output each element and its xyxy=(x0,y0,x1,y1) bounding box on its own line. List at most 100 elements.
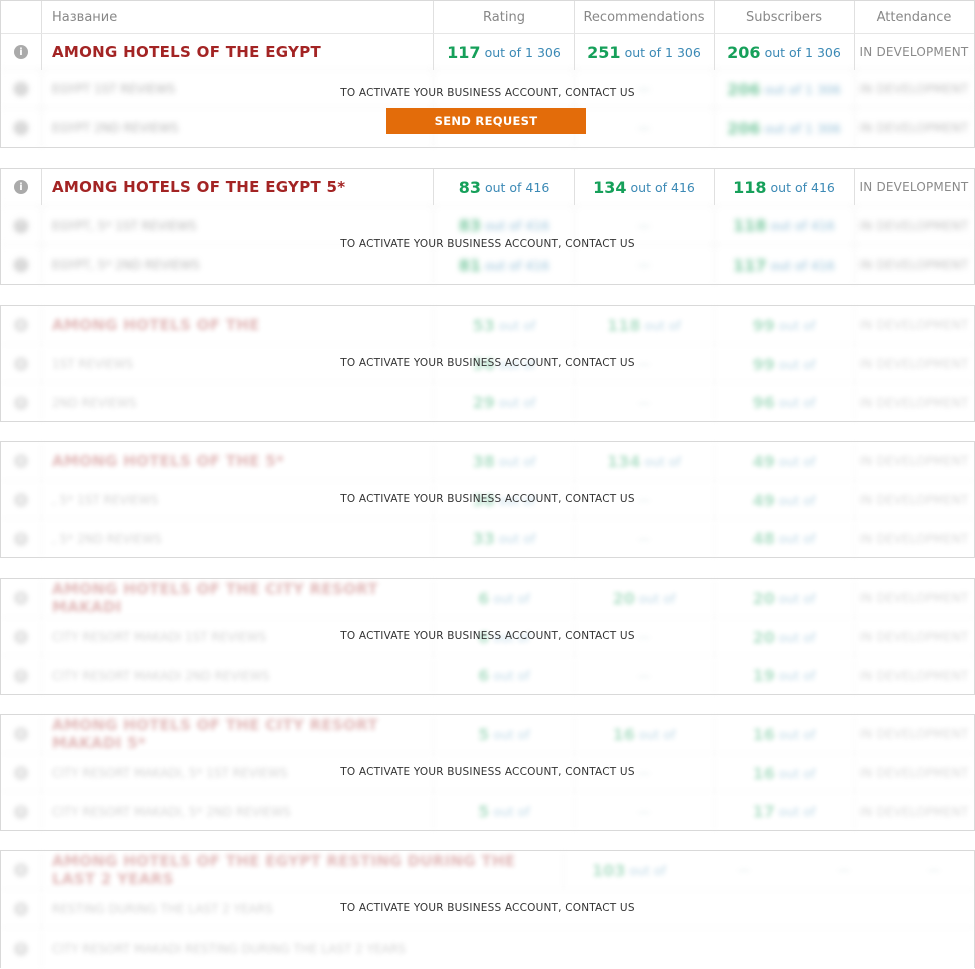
attendance-status: IN DEVELOPMENT xyxy=(859,804,969,819)
recommendations-value: — xyxy=(574,792,715,831)
rating-value: 5 xyxy=(478,802,490,821)
info-icon: i xyxy=(14,258,28,272)
table-row: i CITY RESORT MAKADI 2ND REVIEWS 6 out of… xyxy=(1,655,974,695)
subscribers-value: 117 xyxy=(733,255,767,275)
subscribers-total: out of 416 xyxy=(770,218,835,233)
info-icon: i xyxy=(14,727,28,741)
info-icon: i xyxy=(14,121,28,135)
table-row: i AMONG HOTELS OF THE CITY RESORT MAKADI… xyxy=(1,579,974,617)
rating-value: 6 xyxy=(478,666,490,685)
recommendations-value: 134 xyxy=(593,177,627,197)
rating-value: 33 xyxy=(472,529,495,548)
table-row: i AMONG HOTELS OF THE EGYPT RESTING DURI… xyxy=(1,851,974,889)
rating-value: 5 xyxy=(478,724,490,744)
info-icon[interactable]: i xyxy=(14,180,28,194)
column-header-name[interactable]: Название xyxy=(42,1,434,33)
rating-total: out of xyxy=(498,317,536,333)
recommendations-value: 16 xyxy=(612,724,635,744)
subscribers-total: out of 1 306 xyxy=(764,120,841,136)
subscribers-total: out of xyxy=(778,453,816,469)
ranking-panel-egypt-5: i AMONG HOTELS OF THE EGYPT 5* 83 out of … xyxy=(0,168,975,285)
recommendations-value: 20 xyxy=(612,588,635,608)
rating-value: 103 xyxy=(592,860,626,880)
rating-value: 6 xyxy=(478,588,490,608)
subscribers-value: 206 xyxy=(727,42,761,62)
send-request-button[interactable]: SEND REQUEST xyxy=(386,108,586,134)
ranking-panel-egypt: Название Rating Recommendations Subscrib… xyxy=(0,0,975,148)
attendance-status: IN DEVELOPMENT xyxy=(859,395,969,410)
rating-total: out of xyxy=(629,862,666,878)
rating-total: out of xyxy=(493,726,530,742)
subscribers-total: out of 416 xyxy=(770,257,835,273)
group-title: AMONG HOTELS OF THE 5* xyxy=(52,452,285,470)
attendance-status: IN DEVELOPMENT xyxy=(859,454,969,468)
subscribers-value: — xyxy=(838,863,850,877)
rating-total: out of 416 xyxy=(484,179,550,195)
subscribers-value: 19 xyxy=(752,666,775,685)
rating-total: out of xyxy=(498,453,536,469)
subscribers-total: out of xyxy=(778,590,816,606)
info-icon: i xyxy=(14,591,28,605)
table-header: Название Rating Recommendations Subscrib… xyxy=(1,1,974,33)
recommendations-value: 251 xyxy=(587,42,621,62)
subscribers-total: out of xyxy=(778,668,816,683)
group-title: AMONG HOTELS OF THE EGYPT RESTING DURING… xyxy=(52,852,516,888)
subscribers-total: out of xyxy=(778,804,816,819)
recommendations-total: out of xyxy=(638,726,676,742)
rating-total: out of 1 306 xyxy=(484,44,561,60)
table-row: i , 5* 2ND REVIEWS 33 out of — 48 out of I… xyxy=(1,518,974,558)
column-header-recommendations[interactable]: Recommendations xyxy=(574,1,715,33)
subscribers-value: 17 xyxy=(752,802,775,821)
activate-account-notice: TO ACTIVATE YOUR BUSINESS ACCOUNT, CONTA… xyxy=(340,87,635,99)
row-label: EGYPT 2ND REVIEWS xyxy=(42,108,434,148)
rating-total: out of 416 xyxy=(484,257,550,273)
recommendations-value: — xyxy=(574,519,715,558)
info-icon: i xyxy=(14,318,28,332)
recommendations-value: — xyxy=(574,108,715,148)
info-icon: i xyxy=(14,668,28,683)
recommendations-total: out of 1 306 xyxy=(624,44,701,60)
group-title: AMONG HOTELS OF THE CITY RESORT MAKADI xyxy=(52,580,378,616)
row-label: EGYPT, 5* 2ND REVIEWS xyxy=(42,245,434,285)
subscribers-total: out of 416 xyxy=(770,179,835,195)
table-row: i EGYPT, 5* 2ND REVIEWS 81 out of 416 — 1… xyxy=(1,244,974,285)
ranking-panel-4: i AMONG HOTELS OF THE 5* 38 out of 134 out… xyxy=(0,441,975,558)
rating-value: 29 xyxy=(472,393,495,412)
attendance-status: IN DEVELOPMENT xyxy=(859,727,969,741)
subscribers-value: 99 xyxy=(752,315,775,335)
table-row: i AMONG HOTELS OF THE 53 out of 118 out of… xyxy=(1,306,974,344)
group-title: AMONG HOTELS OF THE xyxy=(52,316,260,334)
row-label: , 5* 2ND REVIEWS xyxy=(42,519,434,558)
recommendations-total: out of xyxy=(638,590,676,606)
recommendations-value: — xyxy=(574,656,715,695)
attendance-status: IN DEVELOPMENT xyxy=(859,668,969,683)
subscribers-total: out of xyxy=(778,726,816,742)
ranking-panel-5: i AMONG HOTELS OF THE CITY RESORT MAKADI… xyxy=(0,578,975,695)
column-header-attendance[interactable]: Attendance xyxy=(854,1,974,33)
row-label: 2ND REVIEWS xyxy=(42,383,434,422)
subscribers-total: out of 1 306 xyxy=(764,44,841,60)
table-row: i CITY RESORT MAKADI, 5* 2ND REVIEWS 5 ou… xyxy=(1,791,974,831)
rating-value: 38 xyxy=(472,451,495,471)
subscribers-value: 118 xyxy=(733,216,767,235)
recommendations-value: — xyxy=(738,863,750,877)
info-icon[interactable]: i xyxy=(14,45,28,59)
attendance-status: IN DEVELOPMENT xyxy=(859,45,969,59)
activate-account-notice: TO ACTIVATE YOUR BUSINESS ACCOUNT, CONTA… xyxy=(340,357,635,369)
activate-account-notice: TO ACTIVATE YOUR BUSINESS ACCOUNT, CONTA… xyxy=(340,238,635,250)
info-icon: i xyxy=(14,941,28,956)
table-row: i AMONG HOTELS OF THE 5* 38 out of 134 out… xyxy=(1,442,974,480)
info-icon: i xyxy=(14,804,28,819)
attendance-status: IN DEVELOPMENT xyxy=(859,318,969,332)
table-row: i 2ND REVIEWS 29 out of — 96 out of IN DEV… xyxy=(1,382,974,422)
column-header-rating[interactable]: Rating xyxy=(434,1,575,33)
column-header-subscribers[interactable]: Subscribers xyxy=(714,1,855,33)
rating-total: out of xyxy=(498,531,536,546)
ranking-panel-6: i AMONG HOTELS OF THE CITY RESORT MAKADI… xyxy=(0,714,975,831)
rating-value: 83 xyxy=(458,177,481,197)
ranking-panel-3: i AMONG HOTELS OF THE 53 out of 118 out of… xyxy=(0,305,975,422)
subscribers-value: 49 xyxy=(752,451,775,471)
rating-value: 53 xyxy=(472,315,495,335)
activate-account-notice: TO ACTIVATE YOUR BUSINESS ACCOUNT, CONTA… xyxy=(340,902,635,914)
rating-value: 81 xyxy=(458,255,481,275)
